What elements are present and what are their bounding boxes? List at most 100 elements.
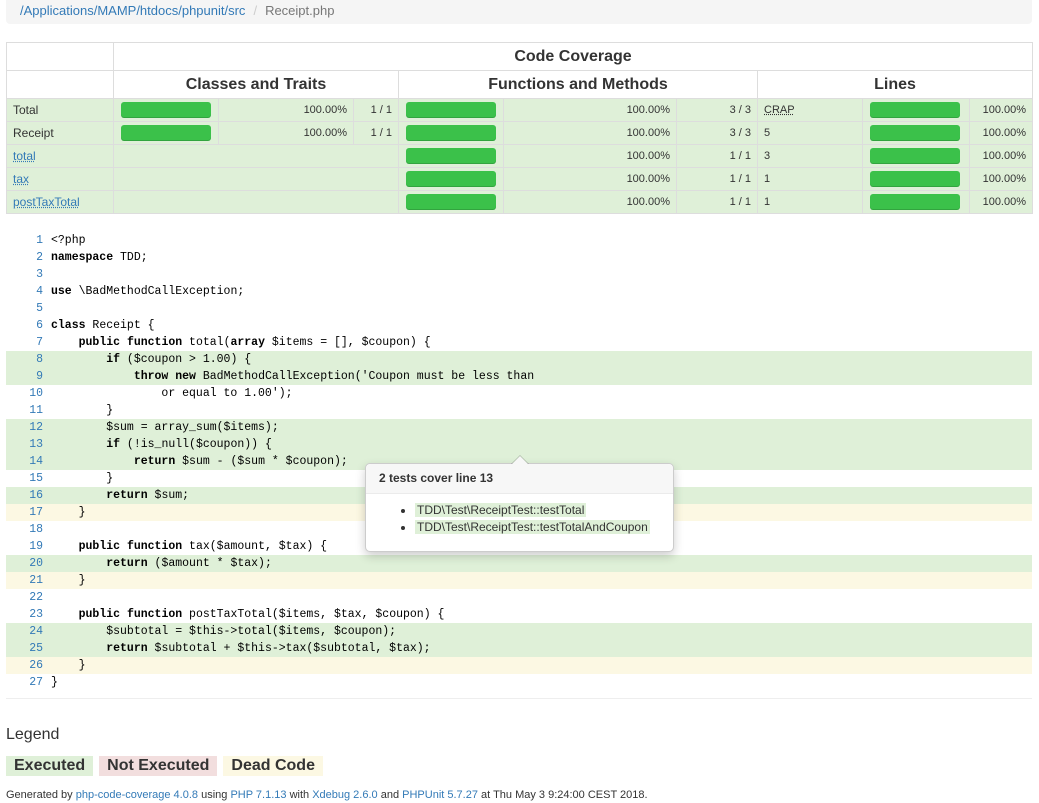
- line-number[interactable]: 21: [6, 572, 43, 589]
- code-line: 1 <?php: [6, 232, 1032, 249]
- line-number[interactable]: 26: [6, 657, 43, 674]
- code-line: 26 }: [6, 657, 1032, 674]
- code-line[interactable]: 20 return ($amount * $tax);: [6, 555, 1032, 572]
- code-line: 23 public function postTaxTotal($items, …: [6, 606, 1032, 623]
- line-number[interactable]: 19: [6, 538, 43, 555]
- functions-bar-cell: [398, 190, 504, 214]
- code-text: return $subtotal + $this->tax($subtotal,…: [106, 642, 431, 655]
- header-functions: Functions and Methods: [398, 70, 758, 99]
- code-text: }: [51, 659, 86, 672]
- lines-bar-cell: [862, 167, 970, 191]
- lines-percent: 100.00%: [968, 98, 1034, 122]
- code-line: 27}: [6, 674, 1032, 691]
- line-number[interactable]: 7: [6, 334, 43, 351]
- line-number[interactable]: 16: [6, 487, 43, 504]
- line-number[interactable]: 9: [6, 368, 43, 385]
- breadcrumb-path-link[interactable]: /Applications/MAMP/htdocs/phpunit/src: [20, 3, 245, 18]
- functions-fraction: 3 / 3: [676, 121, 758, 145]
- code-line[interactable]: 12 $sum = array_sum($items);: [6, 419, 1032, 436]
- code-line[interactable]: 8 if ($coupon > 1.00) {: [6, 351, 1032, 368]
- progress-bar: [870, 194, 960, 210]
- line-number[interactable]: 23: [6, 606, 43, 623]
- code-text: $sum = array_sum($items);: [51, 421, 279, 434]
- code-line: 7 public function total(array $items = […: [6, 334, 1032, 351]
- classes-empty: [113, 190, 399, 214]
- row-name: Total: [6, 98, 114, 122]
- code-text: namespace TDD;: [51, 251, 148, 264]
- progress-bar: [870, 171, 960, 187]
- row-name: tax: [6, 167, 114, 191]
- functions-percent: 100.00%: [503, 98, 677, 122]
- covering-tests-list: TDD\Test\ReceiptTest::testTotal TDD\Test…: [366, 502, 673, 536]
- code-text: }: [51, 404, 114, 417]
- line-number[interactable]: 27: [6, 674, 43, 691]
- code-text: use \BadMethodCallException;: [51, 285, 245, 298]
- line-number[interactable]: 15: [6, 470, 43, 487]
- line-number[interactable]: 11: [6, 402, 43, 419]
- coverage-title: Code Coverage: [112, 42, 1034, 71]
- line-number[interactable]: 2: [6, 249, 43, 266]
- lines-bar-cell: [862, 98, 970, 122]
- lines-percent: 100.00%: [968, 167, 1034, 191]
- code-text: return $sum;: [106, 489, 190, 502]
- xdebug-link[interactable]: Xdebug 2.6.0: [312, 789, 377, 801]
- line-number[interactable]: 18: [6, 521, 43, 538]
- header-blank-2: [6, 70, 114, 99]
- line-number[interactable]: 22: [6, 589, 43, 606]
- functions-bar-cell: [398, 98, 504, 122]
- lines-bar-cell: [862, 190, 970, 214]
- lines-bar-cell: [862, 144, 970, 168]
- method-link-postTaxTotal[interactable]: postTaxTotal: [13, 195, 80, 209]
- line-number[interactable]: 10: [6, 385, 43, 402]
- crap-value: 1: [757, 190, 863, 214]
- code-line[interactable]: 24 $subtotal = $this->total($items, $cou…: [6, 623, 1032, 640]
- php-code-coverage-link[interactable]: php-code-coverage 4.0.8: [76, 789, 198, 801]
- line-number[interactable]: 5: [6, 300, 43, 317]
- header-classes: Classes and Traits: [113, 70, 399, 99]
- code-line[interactable]: 25 return $subtotal + $this->tax($subtot…: [6, 640, 1032, 657]
- coverage-table: Code Coverage Classes and Traits Functio…: [6, 42, 1034, 214]
- functions-bar-cell: [398, 121, 504, 145]
- line-number[interactable]: 14: [6, 453, 43, 470]
- row-name: postTaxTotal: [6, 190, 114, 214]
- progress-bar: [406, 171, 496, 187]
- breadcrumb: /Applications/MAMP/htdocs/phpunit/src / Re…: [6, 0, 1032, 24]
- functions-fraction: 1 / 1: [676, 190, 758, 214]
- line-number[interactable]: 17: [6, 504, 43, 521]
- line-number[interactable]: 4: [6, 283, 43, 300]
- legend-dead-code: Dead Code: [223, 756, 323, 776]
- coverage-row: postTaxTotal100.00%1 / 11100.00%2 / 2: [6, 190, 1034, 214]
- phpunit-link[interactable]: PHPUnit 5.7.27: [402, 789, 478, 801]
- line-number[interactable]: 13: [6, 436, 43, 453]
- line-number[interactable]: 8: [6, 351, 43, 368]
- classes-bar-cell: [113, 121, 219, 145]
- line-number[interactable]: 12: [6, 419, 43, 436]
- classes-fraction: 1 / 1: [353, 121, 399, 145]
- line-number[interactable]: 24: [6, 623, 43, 640]
- lines-percent: 100.00%: [968, 121, 1034, 145]
- crap-value: 1: [757, 167, 863, 191]
- header-lines: Lines: [756, 70, 1034, 99]
- code-line[interactable]: 9 throw new BadMethodCallException('Coup…: [6, 368, 1032, 385]
- line-number[interactable]: 3: [6, 266, 43, 283]
- functions-percent: 100.00%: [503, 190, 677, 214]
- coverage-row: Receipt100.00%1 / 1100.00%3 / 35100.00%9…: [6, 121, 1034, 145]
- functions-fraction: 1 / 1: [676, 167, 758, 191]
- row-name: total: [6, 144, 114, 168]
- coverage-row: Total 100.00% 1 / 1 100.00% 3 / 3 CRAP 100.00%…: [6, 98, 1034, 122]
- method-link-tax[interactable]: tax: [13, 172, 29, 186]
- footer-generated: Generated by php-code-coverage 4.0.8 usi…: [6, 789, 648, 801]
- line-number[interactable]: 6: [6, 317, 43, 334]
- method-link-total[interactable]: total: [13, 149, 36, 163]
- functions-bar-cell: [398, 167, 504, 191]
- php-link[interactable]: PHP 7.1.13: [230, 789, 286, 801]
- code-line[interactable]: 13 if (!is_null($coupon)) {: [6, 436, 1032, 453]
- line-number[interactable]: 20: [6, 555, 43, 572]
- code-text: public function postTaxTotal($items, $ta…: [78, 608, 445, 621]
- line-number[interactable]: 25: [6, 640, 43, 657]
- line-number[interactable]: 1: [6, 232, 43, 249]
- functions-percent: 100.00%: [503, 121, 677, 145]
- code-line: 21 }: [6, 572, 1032, 589]
- classes-empty: [113, 144, 399, 168]
